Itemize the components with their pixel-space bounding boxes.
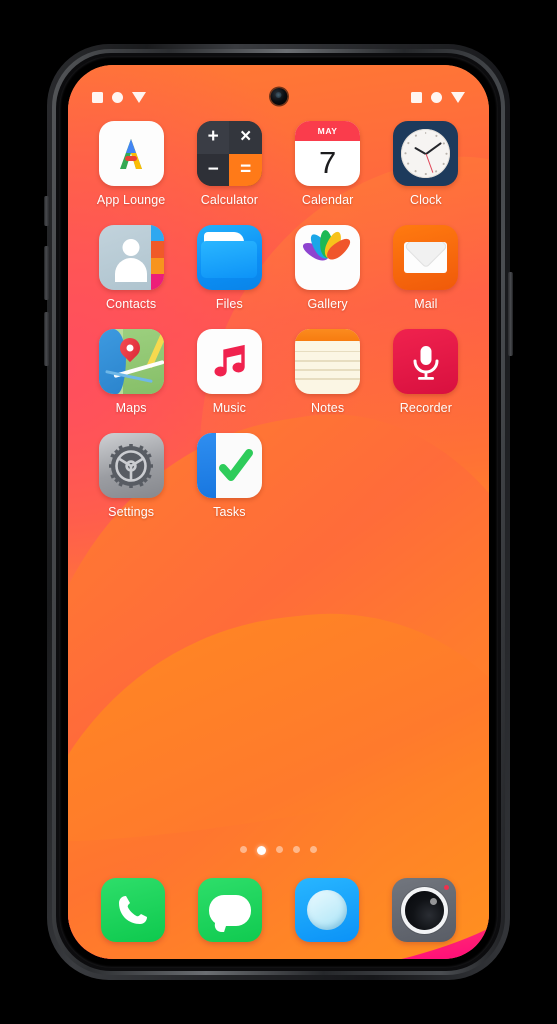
clock-second-hand [425,153,434,173]
music-note-icon [196,329,262,394]
gallery-flower-icon [295,225,361,290]
square-icon [411,91,422,103]
mute-switch-button[interactable] [44,196,49,226]
page-dot-5[interactable] [310,846,317,853]
dock-item-messages[interactable] [197,878,262,942]
app-icon-mail[interactable]: Mail [377,225,475,311]
app-icon-music[interactable]: Music [180,329,278,415]
phone-screen: App Lounge + × − = Calculator MAY 7 Cale… [68,65,489,959]
status-bar-left [92,91,146,103]
app-icon-app-lounge[interactable]: App Lounge [82,121,180,207]
page-indicator [68,846,489,855]
person-head-shape [122,239,140,257]
files-folder-icon [196,225,262,290]
page-dot-3[interactable] [276,846,283,853]
front-camera-icon [270,88,287,105]
envelope-shape [404,242,448,273]
tasks-checkmark-icon [196,433,262,498]
power-button[interactable] [508,272,513,356]
folder-body-shape [201,240,258,279]
app-icon-tasks[interactable]: Tasks [180,433,278,519]
app-icon-gallery[interactable]: Gallery [279,225,377,311]
map-water-area [98,329,126,394]
volume-down-button[interactable] [44,312,49,366]
checkmark-glyph [218,449,253,481]
notes-pad-icon [295,329,361,394]
contacts-icon [98,225,164,290]
triangle-down-icon [451,91,465,103]
app-label: Clock [409,193,442,207]
app-icon-contacts[interactable]: Contacts [82,225,180,311]
dock-item-phone[interactable] [100,878,165,942]
page-dot-2-active[interactable] [257,846,266,855]
app-label: Notes [311,401,345,415]
app-label: Contacts [106,297,157,311]
app-label: Maps [115,401,147,415]
app-icon-calculator[interactable]: + × − = Calculator [180,121,278,207]
screenshot-stage: App Lounge + × − = Calculator MAY 7 Cale… [0,0,557,1024]
page-dot-1[interactable] [240,846,247,853]
notepad-binding [295,329,361,342]
app-grid: App Lounge + × − = Calculator MAY 7 Cale… [68,121,489,519]
volume-up-button[interactable] [44,246,49,300]
clock-icon [393,121,459,186]
app-label: Settings [108,505,155,519]
clock-face [401,129,451,178]
page-dot-4[interactable] [293,846,300,853]
app-label: Calendar [301,193,354,207]
app-label: Tasks [213,505,246,519]
contacts-index-tabs [150,225,164,290]
app-label: Gallery [307,297,348,311]
calendar-day: 7 [319,144,337,180]
mail-envelope-icon [393,225,459,290]
message-bubble-icon [208,894,251,926]
settings-gear-icon [98,433,164,498]
app-icon-notes[interactable]: Notes [279,329,377,415]
double-note-glyph [214,344,246,376]
gear-glyph [109,443,154,488]
calculator-icon: + × − = [196,121,262,186]
triangle-down-icon [132,91,146,103]
calendar-icon: MAY 7 [295,121,361,186]
app-icon-clock[interactable]: Clock [377,121,475,207]
app-icon-calendar[interactable]: MAY 7 Calendar [279,121,377,207]
calc-key-equals: = [229,153,262,186]
app-label: Mail [414,297,438,311]
app-label: Recorder [399,401,452,415]
app-icon-files[interactable]: Files [180,225,278,311]
app-icon-settings[interactable]: Settings [82,433,180,519]
phone-handset-icon [118,896,147,924]
circle-icon [112,91,123,103]
circle-icon [431,91,442,103]
camera-indicator-dot [444,885,450,890]
camera-lens-icon [404,890,444,930]
browser-compass-icon [307,890,348,930]
square-icon [92,91,103,103]
app-label: App Lounge [96,193,166,207]
calc-key-plus: + [196,121,230,154]
app-label: Music [212,401,246,415]
camera-lens-glint [275,92,281,98]
maps-pin-icon [98,329,164,394]
dock-item-camera[interactable] [392,878,457,942]
dock-item-browser[interactable] [295,878,360,942]
app-icon-recorder[interactable]: Recorder [377,329,475,415]
person-body-shape [115,257,148,282]
status-bar-right [411,91,465,103]
clock-minute-hand [425,141,442,155]
recorder-microphone-icon [393,329,459,394]
app-lounge-glyph [120,138,143,169]
app-label: Calculator [200,193,259,207]
microphone-glyph [413,345,439,380]
dock [68,878,489,942]
calc-key-multiply: × [229,121,262,154]
app-icon-maps[interactable]: Maps [82,329,180,415]
app-lounge-icon [98,121,164,186]
calc-key-minus: − [196,153,230,186]
calendar-month: MAY [295,121,361,141]
app-label: Files [215,297,243,311]
